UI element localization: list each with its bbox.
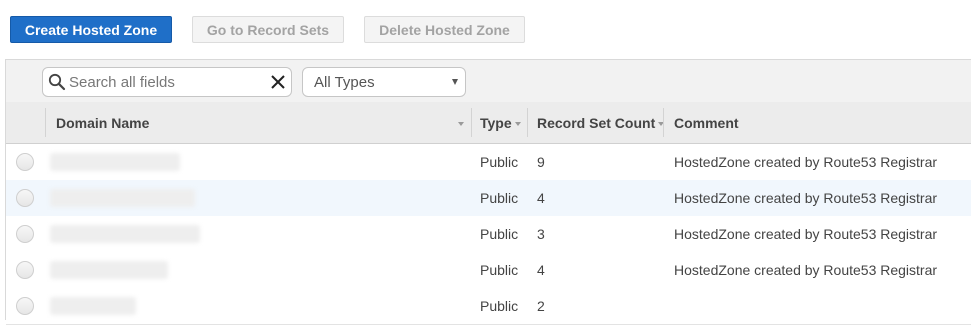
redacted-domain-name bbox=[50, 261, 168, 279]
record-count-cell: 9 bbox=[537, 154, 545, 170]
record-count-cell: 4 bbox=[537, 190, 545, 206]
column-divider bbox=[471, 108, 472, 137]
type-cell: Public bbox=[480, 226, 519, 242]
table-row[interactable]: Public 4 HostedZone created by Route53 R… bbox=[6, 180, 971, 217]
redacted-domain-name bbox=[50, 297, 136, 315]
row-select-radio[interactable] bbox=[16, 225, 34, 243]
create-hosted-zone-button[interactable]: Create Hosted Zone bbox=[10, 16, 172, 43]
table-row[interactable]: Public 3 HostedZone created by Route53 R… bbox=[6, 216, 971, 253]
delete-hosted-zone-button[interactable]: Delete Hosted Zone bbox=[364, 16, 525, 43]
column-header-record-set-count[interactable]: Record Set Count bbox=[537, 102, 665, 143]
table-row[interactable]: Public 4 HostedZone created by Route53 R… bbox=[6, 252, 971, 289]
column-header-label: Record Set Count bbox=[537, 114, 656, 131]
sort-icon[interactable] bbox=[455, 102, 464, 143]
row-select-radio[interactable] bbox=[16, 297, 34, 315]
type-cell: Public bbox=[480, 190, 519, 206]
column-header-comment[interactable]: Comment bbox=[674, 102, 739, 143]
comment-cell: HostedZone created by Route53 Registrar bbox=[674, 226, 938, 242]
search-input[interactable] bbox=[69, 71, 259, 93]
table-row[interactable]: Public 2 bbox=[6, 288, 971, 325]
record-count-cell: 4 bbox=[537, 262, 545, 278]
column-header-domain-name[interactable]: Domain Name bbox=[56, 102, 466, 143]
clear-icon[interactable] bbox=[270, 74, 286, 90]
row-select-radio[interactable] bbox=[16, 189, 34, 207]
search-icon[interactable] bbox=[48, 73, 66, 91]
type-cell: Public bbox=[480, 154, 519, 170]
hosted-zones-panel: All Types Domain Name Type Record Set Co… bbox=[5, 59, 971, 325]
type-filter-value: All Types bbox=[314, 74, 375, 91]
row-select-radio[interactable] bbox=[16, 153, 34, 171]
column-header-type[interactable]: Type bbox=[480, 102, 521, 143]
type-cell: Public bbox=[480, 262, 519, 278]
record-count-cell: 3 bbox=[537, 226, 545, 242]
column-divider bbox=[663, 108, 664, 137]
toolbar: Create Hosted Zone Go to Record Sets Del… bbox=[0, 0, 971, 60]
chevron-down-icon bbox=[452, 79, 458, 85]
comment-cell: HostedZone created by Route53 Registrar bbox=[674, 190, 938, 206]
column-divider bbox=[527, 108, 528, 137]
column-divider bbox=[45, 108, 46, 137]
redacted-domain-name bbox=[50, 225, 200, 243]
column-header-label: Domain Name bbox=[56, 114, 150, 131]
redacted-domain-name bbox=[50, 189, 195, 207]
redacted-domain-name bbox=[50, 153, 180, 171]
column-header-label: Type bbox=[480, 114, 512, 131]
comment-cell: HostedZone created by Route53 Registrar bbox=[674, 154, 938, 170]
row-select-radio[interactable] bbox=[16, 261, 34, 279]
table-header: Domain Name Type Record Set Count Commen… bbox=[6, 102, 971, 144]
go-to-record-sets-button[interactable]: Go to Record Sets bbox=[192, 16, 344, 43]
type-filter-select[interactable]: All Types bbox=[302, 67, 466, 97]
search-box[interactable] bbox=[42, 67, 292, 97]
filter-bar: All Types bbox=[6, 60, 971, 102]
table-row[interactable]: Public 9 HostedZone created by Route53 R… bbox=[6, 144, 971, 181]
sort-icon bbox=[514, 121, 521, 126]
column-header-label: Comment bbox=[674, 114, 739, 131]
comment-cell: HostedZone created by Route53 Registrar bbox=[674, 262, 938, 278]
